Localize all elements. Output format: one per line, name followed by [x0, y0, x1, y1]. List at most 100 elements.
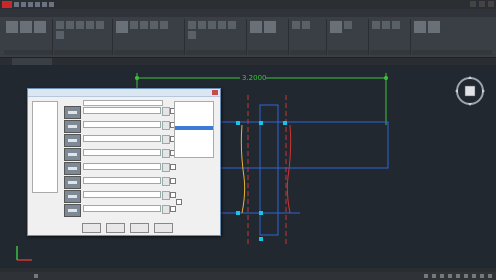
ribbon-group — [370, 19, 411, 55]
dialog-titlebar[interactable] — [28, 89, 220, 97]
tool-icon[interactable] — [34, 21, 46, 33]
tool-icon[interactable] — [150, 21, 158, 29]
quick-access-toolbar — [14, 1, 54, 8]
maximize-icon[interactable] — [479, 1, 485, 7]
tool-icon[interactable] — [160, 21, 168, 29]
grip-point[interactable] — [259, 211, 263, 215]
tool-icon[interactable] — [250, 21, 262, 33]
lineweight-icon[interactable] — [464, 274, 468, 278]
tool-icon[interactable] — [428, 21, 440, 33]
new-icon[interactable] — [14, 2, 19, 7]
tool-icon[interactable] — [228, 21, 236, 29]
tool-icon[interactable] — [76, 21, 84, 29]
dimension-text[interactable]: 3.2000 — [242, 74, 267, 82]
property-field[interactable] — [83, 107, 161, 114]
tool-icon[interactable] — [392, 21, 400, 29]
property-checkbox[interactable] — [170, 164, 176, 170]
tool-icon[interactable] — [96, 21, 104, 29]
window-controls — [470, 1, 494, 7]
property-field[interactable] — [83, 149, 161, 156]
property-checkbox[interactable] — [170, 178, 176, 184]
option-checkbox[interactable] — [176, 199, 184, 205]
property-field[interactable] — [83, 191, 161, 198]
grip-point[interactable] — [259, 237, 263, 241]
chevron-down-icon[interactable] — [162, 149, 170, 158]
list-item[interactable] — [33, 106, 57, 108]
chevron-down-icon[interactable] — [162, 135, 170, 144]
viewcube-icon[interactable] — [455, 76, 485, 106]
tool-icon[interactable] — [188, 31, 196, 39]
chevron-down-icon[interactable] — [162, 177, 170, 186]
tool-icon[interactable] — [292, 21, 300, 29]
tool-icon[interactable] — [20, 21, 32, 33]
property-checkbox[interactable] — [170, 206, 176, 212]
customize-icon[interactable] — [488, 274, 492, 278]
preview-swatch-icon — [64, 204, 81, 217]
property-field[interactable] — [83, 205, 161, 212]
tool-icon[interactable] — [86, 21, 94, 29]
dialog-button[interactable] — [106, 223, 125, 233]
tool-icon[interactable] — [218, 21, 226, 29]
spline-curve[interactable] — [286, 124, 292, 214]
checkbox-icon[interactable] — [176, 199, 182, 205]
chevron-down-icon[interactable] — [162, 191, 170, 200]
tool-icon[interactable] — [198, 21, 206, 29]
workspace-gear-icon[interactable] — [480, 274, 484, 278]
tool-icon[interactable] — [140, 21, 148, 29]
polar-icon[interactable] — [448, 274, 452, 278]
chevron-down-icon[interactable] — [162, 121, 170, 130]
property-row — [64, 189, 176, 203]
tool-icon[interactable] — [56, 21, 64, 29]
property-field[interactable] — [83, 177, 161, 184]
dialog-button[interactable] — [154, 223, 173, 233]
tool-icon[interactable] — [372, 21, 380, 29]
chevron-down-icon[interactable] — [162, 107, 170, 116]
tool-icon[interactable] — [344, 21, 352, 29]
tool-icon[interactable] — [66, 21, 74, 29]
tool-icon[interactable] — [330, 21, 342, 33]
chevron-down-icon[interactable] — [162, 163, 170, 172]
redo-icon[interactable] — [42, 2, 47, 7]
undo-icon[interactable] — [35, 2, 40, 7]
tool-icon[interactable] — [302, 21, 310, 29]
grip-point[interactable] — [236, 121, 240, 125]
tool-icon[interactable] — [414, 21, 426, 33]
grip-point[interactable] — [283, 121, 287, 125]
tool-icon[interactable] — [56, 31, 64, 39]
close-icon[interactable] — [212, 90, 218, 95]
preview-swatch-icon — [64, 176, 81, 189]
dialog-button[interactable] — [130, 223, 149, 233]
save-icon[interactable] — [28, 2, 33, 7]
close-icon[interactable] — [488, 1, 494, 7]
app-logo-icon[interactable] — [2, 1, 12, 8]
tool-icon[interactable] — [188, 21, 196, 29]
open-icon[interactable] — [21, 2, 26, 7]
tool-icon[interactable] — [208, 21, 216, 29]
tool-icon[interactable] — [264, 21, 276, 33]
add-layout-icon[interactable] — [34, 274, 38, 278]
property-field[interactable] — [83, 163, 161, 170]
grip-point[interactable] — [236, 211, 240, 215]
property-field[interactable] — [83, 135, 161, 142]
tool-icon[interactable] — [382, 21, 390, 29]
chevron-down-icon[interactable] — [162, 205, 170, 214]
grip-point[interactable] — [259, 121, 263, 125]
minimize-icon[interactable] — [470, 1, 476, 7]
plot-icon[interactable] — [49, 2, 54, 7]
file-tab[interactable] — [12, 58, 52, 65]
grid-icon[interactable] — [424, 274, 428, 278]
tool-icon[interactable] — [6, 21, 18, 33]
ucs-icon — [16, 246, 32, 261]
snap-icon[interactable] — [432, 274, 436, 278]
list-item[interactable] — [175, 146, 213, 150]
property-checkbox[interactable] — [170, 192, 176, 198]
ortho-icon[interactable] — [440, 274, 444, 278]
property-field[interactable] — [83, 121, 161, 128]
tool-icon[interactable] — [130, 21, 138, 29]
tool-icon[interactable] — [116, 21, 128, 33]
osnap-icon[interactable] — [456, 274, 460, 278]
annotation-scale-icon[interactable] — [472, 274, 476, 278]
part-rectangle[interactable] — [217, 121, 389, 169]
dialog-button[interactable] — [82, 223, 101, 233]
spline-curve[interactable] — [240, 124, 246, 214]
